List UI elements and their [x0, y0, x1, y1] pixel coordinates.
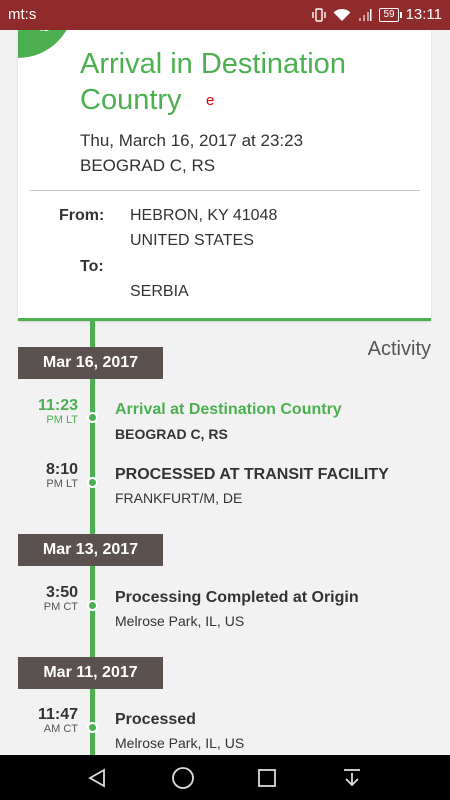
status-title: Arrival in Destination Country [80, 48, 346, 116]
badge-letter: b [39, 30, 51, 37]
recents-icon[interactable] [254, 765, 280, 791]
timeline-dot [87, 477, 98, 488]
from-label: From: [59, 207, 105, 224]
event-title: Processed [115, 711, 196, 728]
timeline-dot [87, 722, 98, 733]
date-chip: Mar 13, 2017 [18, 534, 163, 566]
to-label: To: [80, 258, 104, 275]
activity-heading: Activity [367, 338, 431, 360]
event-title: PROCESSED AT TRANSIT FACILITY [115, 466, 389, 483]
event-time: 3:50 [45, 584, 78, 601]
date-chip: Mar 16, 2017 [18, 347, 163, 379]
to-address-country: SERBIA [130, 283, 189, 300]
event-title: Arrival at Destination Country [115, 401, 342, 418]
card-divider [30, 190, 420, 191]
event-timezone: PM CT [43, 601, 78, 613]
status-badge: b [18, 30, 74, 58]
signal-icon [358, 8, 372, 22]
back-icon[interactable] [84, 765, 110, 791]
timeline-dot [87, 600, 98, 611]
arrival-date: Thu, March 16, 2017 at 23:23 [80, 131, 304, 150]
notification-drawer-icon[interactable] [339, 765, 365, 791]
event-location: Melrose Park, IL, US [115, 735, 245, 751]
title-mark: e [206, 92, 215, 109]
from-address-line1: HEBRON, KY 41048 [130, 207, 278, 224]
battery-level: 59 [379, 7, 402, 22]
status-bar: mt:s 59 13:11 [0, 0, 450, 30]
event-timezone: PM LT [46, 478, 78, 490]
status-icons: 59 13:11 [312, 6, 442, 23]
status-time: 13:11 [405, 6, 442, 23]
event-time: 8:10 [45, 461, 78, 478]
event-time: 11:23 [37, 397, 78, 414]
event-title: Processing Completed at Origin [115, 589, 359, 606]
event-timezone: PM LT [46, 414, 78, 426]
vibrate-icon [312, 7, 327, 22]
navigation-bar [0, 755, 450, 800]
event-location: BEOGRAD C, RS [115, 426, 228, 442]
date-chip: Mar 11, 2017 [18, 657, 163, 689]
from-address-line2: UNITED STATES [130, 232, 254, 249]
status-app-label: mt:s [8, 6, 37, 23]
home-icon[interactable] [170, 765, 196, 791]
event-time: 11:47 [37, 706, 78, 723]
event-location: Melrose Park, IL, US [115, 613, 245, 629]
shipment-status-card: b Arrival in Destination Country e Thu, … [18, 30, 431, 321]
event-location: FRANKFURT/M, DE [115, 490, 243, 506]
event-timezone: AM CT [43, 723, 78, 735]
timeline-dot [87, 412, 98, 423]
arrival-place: BEOGRAD C, RS [80, 156, 216, 175]
wifi-icon [333, 8, 351, 22]
